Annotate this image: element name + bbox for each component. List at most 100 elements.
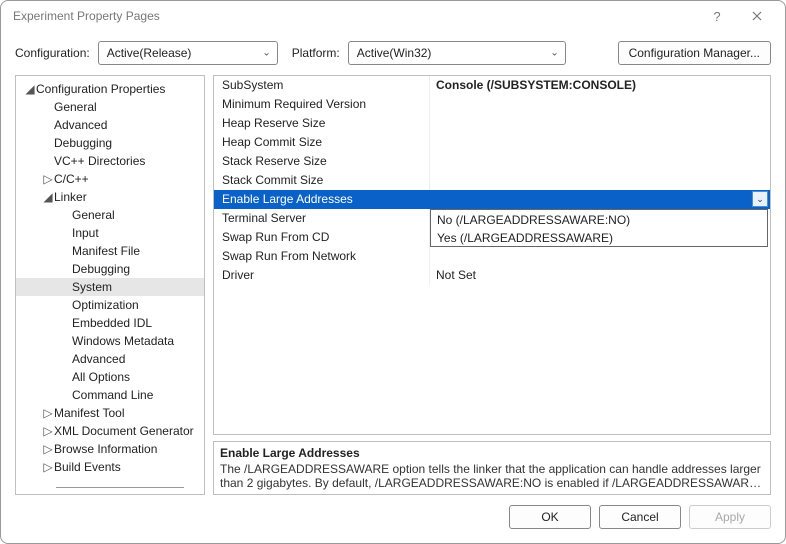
tree-item-label: Configuration Properties <box>36 82 165 96</box>
tree-item[interactable]: ▷Build Events <box>16 458 204 476</box>
property-name: Stack Reserve Size <box>214 152 430 171</box>
property-row[interactable]: DriverNot Set <box>214 266 770 285</box>
window-title: Experiment Property Pages <box>13 9 697 23</box>
tree-item[interactable]: Command Line <box>16 386 204 404</box>
horizontal-scrollbar[interactable] <box>56 487 184 488</box>
tree-item[interactable]: ◢Linker <box>16 188 204 206</box>
property-value[interactable] <box>430 247 770 266</box>
tree-item-label: Manifest File <box>72 244 140 258</box>
tree-item[interactable]: General <box>16 206 204 224</box>
tree-item-label: Manifest Tool <box>54 406 124 420</box>
tree-item[interactable]: Input <box>16 224 204 242</box>
property-row[interactable]: Enable Large Addresses ⌄ <box>214 190 770 209</box>
property-row[interactable]: Minimum Required Version <box>214 95 770 114</box>
tree-item-label: Input <box>72 226 99 240</box>
tree-item[interactable]: ▷Browse Information <box>16 440 204 458</box>
tree-item-label: General <box>72 208 115 222</box>
property-dropdown[interactable]: No (/LARGEADDRESSAWARE:NO)Yes (/LARGEADD… <box>430 209 768 247</box>
tree-item-label: Advanced <box>72 352 125 366</box>
tree-item-label: Build Events <box>54 460 121 474</box>
dropdown-option[interactable]: No (/LARGEADDRESSAWARE:NO) <box>431 210 767 228</box>
property-value[interactable]: Console (/SUBSYSTEM:CONSOLE) <box>430 76 770 95</box>
tree-item[interactable]: Advanced <box>16 350 204 368</box>
property-row[interactable]: Heap Reserve Size <box>214 114 770 133</box>
property-name: Swap Run From Network <box>214 247 430 266</box>
tree-item[interactable]: ▷Manifest Tool <box>16 404 204 422</box>
tree-item[interactable]: ▷XML Document Generator <box>16 422 204 440</box>
footer: OK Cancel Apply <box>1 495 785 543</box>
tree-item[interactable]: Optimization <box>16 296 204 314</box>
configuration-value: Active(Release) <box>107 46 192 60</box>
chevron-down-icon: ⌄ <box>262 48 270 59</box>
property-name: Minimum Required Version <box>214 95 430 114</box>
configuration-label: Configuration: <box>15 46 90 60</box>
tree-item[interactable]: All Options <box>16 368 204 386</box>
tree-item-label: XML Document Generator <box>54 424 194 438</box>
chevron-right-icon: ▷ <box>42 407 54 419</box>
tree-item-label: Debugging <box>54 136 112 150</box>
property-value[interactable] <box>430 152 770 171</box>
chevron-right-icon: ▷ <box>42 443 54 455</box>
tree: ◢Configuration Properties General Advanced… <box>16 76 204 494</box>
tree-item[interactable]: Debugging <box>16 260 204 278</box>
property-row[interactable]: Swap Run From Network <box>214 247 770 266</box>
tree-item[interactable]: Manifest File <box>16 242 204 260</box>
property-value[interactable] <box>430 114 770 133</box>
description-box: Enable Large Addresses The /LARGEADDRESS… <box>213 441 771 495</box>
chevron-down-icon: ⌄ <box>550 48 558 59</box>
property-value[interactable] <box>430 171 770 190</box>
tree-item-label: Command Line <box>72 388 153 402</box>
property-value[interactable] <box>430 95 770 114</box>
dialog-window: Experiment Property Pages ? Configuratio… <box>0 0 786 544</box>
description-title: Enable Large Addresses <box>220 446 764 460</box>
tree-item-label: Embedded IDL <box>72 316 152 330</box>
tree-item-label: General <box>54 100 97 114</box>
description-text: The /LARGEADDRESSAWARE option tells the … <box>220 462 764 490</box>
tree-item-label: Optimization <box>72 298 139 312</box>
tree-pane[interactable]: ◢Configuration Properties General Advanced… <box>15 75 205 495</box>
platform-select[interactable]: Active(Win32) ⌄ <box>348 41 566 65</box>
property-row[interactable]: SubSystemConsole (/SUBSYSTEM:CONSOLE) <box>214 76 770 95</box>
property-grid[interactable]: SubSystemConsole (/SUBSYSTEM:CONSOLE)Min… <box>213 75 771 435</box>
dropdown-button[interactable]: ⌄ <box>752 191 768 207</box>
apply-button[interactable]: Apply <box>689 505 771 529</box>
tree-item[interactable]: ◢Configuration Properties <box>16 80 204 98</box>
dropdown-option[interactable]: Yes (/LARGEADDRESSAWARE) <box>431 228 767 246</box>
help-button[interactable]: ? <box>697 2 737 30</box>
tree-item[interactable]: ▷C/C++ <box>16 170 204 188</box>
tree-item[interactable]: Debugging <box>16 134 204 152</box>
tree-item-label: C/C++ <box>54 172 89 186</box>
property-row[interactable]: Stack Reserve Size <box>214 152 770 171</box>
tree-item-label: Advanced <box>54 118 107 132</box>
configuration-select[interactable]: Active(Release) ⌄ <box>98 41 278 65</box>
property-value[interactable] <box>430 133 770 152</box>
configuration-manager-button[interactable]: Configuration Manager... <box>618 41 771 65</box>
tree-item[interactable]: System <box>16 278 204 296</box>
tree-item-label: Browse Information <box>54 442 157 456</box>
property-value[interactable]: Not Set <box>430 266 770 285</box>
tree-item-label: All Options <box>72 370 130 384</box>
close-button[interactable] <box>737 2 777 30</box>
property-name: Swap Run From CD <box>214 228 430 247</box>
tree-item-label: Linker <box>54 190 87 204</box>
tree-item-label: System <box>72 280 112 294</box>
tree-item-label: Debugging <box>72 262 130 276</box>
tree-item[interactable]: Advanced <box>16 116 204 134</box>
property-row[interactable]: Stack Commit Size <box>214 171 770 190</box>
chevron-right-icon: ▷ <box>42 461 54 473</box>
tree-item[interactable]: VC++ Directories <box>16 152 204 170</box>
property-name: Terminal Server <box>214 209 430 228</box>
ok-button[interactable]: OK <box>509 505 591 529</box>
tree-item[interactable]: Embedded IDL <box>16 314 204 332</box>
property-name: Heap Reserve Size <box>214 114 430 133</box>
property-name: Enable Large Addresses <box>214 190 430 209</box>
property-row[interactable]: Heap Commit Size <box>214 133 770 152</box>
chevron-right-icon: ▷ <box>42 173 54 185</box>
property-value[interactable]: ⌄ <box>430 190 770 209</box>
tree-item[interactable]: General <box>16 98 204 116</box>
tree-item[interactable]: Windows Metadata <box>16 332 204 350</box>
property-name: Driver <box>214 266 430 285</box>
tree-item-label: VC++ Directories <box>54 154 145 168</box>
property-name: Stack Commit Size <box>214 171 430 190</box>
cancel-button[interactable]: Cancel <box>599 505 681 529</box>
